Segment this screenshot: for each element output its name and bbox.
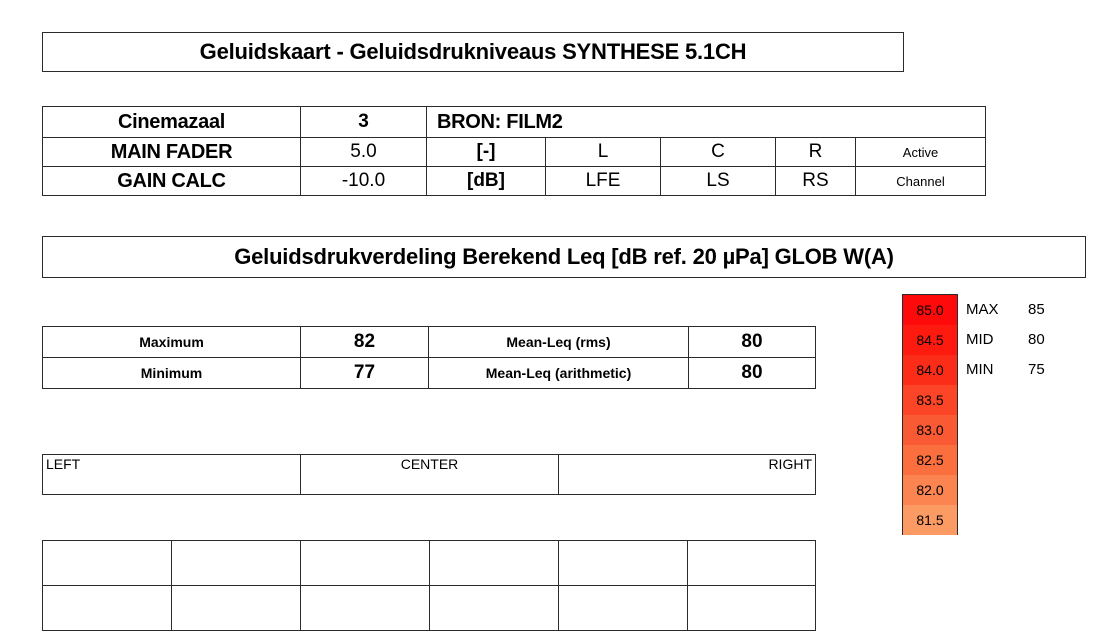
- grid-cell[interactable]: [429, 585, 559, 631]
- color-scale-row: 82.5: [902, 445, 958, 475]
- scale-legend-table: MAX 85 MID 80 MIN 75: [958, 294, 1094, 384]
- table-row: MAIN FADER 5.0 [-] L C R Active: [42, 137, 987, 167]
- channel-tag: Channel: [854, 166, 987, 196]
- section-header: Geluidsdrukverdeling Berekend Leq [dB re…: [42, 236, 1086, 278]
- main-fader-label: MAIN FADER: [42, 137, 301, 167]
- color-scale-tick: 82.5: [902, 445, 958, 475]
- legend-row: MIN 75: [958, 354, 1094, 384]
- channel-rs: RS: [775, 166, 856, 196]
- mean-leq-rms-label: Mean-Leq (rms): [428, 326, 689, 358]
- legend-key: MID: [958, 324, 1028, 354]
- table-row: Minimum 77 Mean-Leq (arithmetic) 80: [42, 357, 816, 389]
- color-scale-row: 85.0: [902, 294, 958, 325]
- color-scale-row: 82.0: [902, 475, 958, 505]
- legend-value: 80: [1028, 324, 1094, 354]
- legend-row: MID 80: [958, 324, 1094, 354]
- color-scale-tick: 85.0: [902, 294, 958, 325]
- channel-l: L: [545, 137, 661, 167]
- color-scale-tick: 83.0: [902, 415, 958, 445]
- color-scale-row: 81.5: [902, 505, 958, 535]
- grid-cell[interactable]: [300, 585, 430, 631]
- color-scale-row: 83.5: [902, 385, 958, 415]
- grid-cell[interactable]: [42, 585, 172, 631]
- table-row: Cinemazaal 3 BRON: FILM2: [42, 106, 987, 138]
- channel-c: C: [660, 137, 776, 167]
- table-row: LEFT CENTER RIGHT: [42, 454, 816, 495]
- scale-legend-body: MAX 85 MID 80 MIN 75: [958, 294, 1094, 384]
- source-cell: BRON: FILM2: [425, 106, 987, 138]
- minimum-label: Minimum: [42, 357, 301, 389]
- maximum-value: 82: [300, 326, 429, 358]
- main-fader-value: 5.0: [300, 137, 427, 167]
- legend-value: 85: [1028, 294, 1094, 324]
- grid-cell[interactable]: [300, 540, 430, 586]
- grid-cell[interactable]: [429, 540, 559, 586]
- grid-cell[interactable]: [558, 585, 688, 631]
- legend-value: 75: [1028, 354, 1094, 384]
- grid-cell[interactable]: [558, 540, 688, 586]
- grid-cell[interactable]: [687, 540, 816, 586]
- main-fader-unit: [-]: [426, 137, 546, 167]
- mean-leq-rms-value: 80: [688, 326, 816, 358]
- color-scale-tick: 84.0: [902, 355, 958, 385]
- color-scale-tick: 82.0: [902, 475, 958, 505]
- color-scale-tick: 81.5: [902, 505, 958, 535]
- mean-leq-arithmetic-value: 80: [688, 357, 816, 389]
- maximum-label: Maximum: [42, 326, 301, 358]
- grid-cell[interactable]: [171, 585, 301, 631]
- color-scale-row: 83.0: [902, 415, 958, 445]
- table-row: [42, 540, 816, 586]
- measurement-grid-table: [42, 540, 816, 631]
- table-row: [42, 585, 816, 631]
- hall-label: Cinemazaal: [42, 106, 301, 138]
- position-left-label: LEFT: [42, 454, 301, 495]
- color-scale-body: 85.0 84.5 84.0 83.5 83.0 82.5 82.0 81.5: [902, 294, 958, 535]
- page-title: Geluidskaart - Geluidsdrukniveaus SYNTHE…: [42, 32, 904, 72]
- grid-cell[interactable]: [687, 585, 816, 631]
- legend-row: MAX 85: [958, 294, 1094, 324]
- cinema-info-table: Cinemazaal 3 BRON: FILM2 MAIN FADER 5.0 …: [42, 106, 987, 196]
- table-row: GAIN CALC -10.0 [dB] LFE LS RS Channel: [42, 166, 987, 196]
- hall-value: 3: [300, 106, 427, 138]
- grid-cell[interactable]: [171, 540, 301, 586]
- table-row: Maximum 82 Mean-Leq (rms) 80: [42, 326, 816, 358]
- grid-cell[interactable]: [42, 540, 172, 586]
- channel-ls: LS: [660, 166, 776, 196]
- gain-calc-unit: [dB]: [426, 166, 546, 196]
- color-scale-tick: 84.5: [902, 325, 958, 355]
- legend-key: MIN: [958, 354, 1028, 384]
- report-title-box: Geluidskaart - Geluidsdrukniveaus SYNTHE…: [42, 32, 904, 72]
- position-band-table: LEFT CENTER RIGHT: [42, 454, 816, 495]
- color-scale-row: 84.5: [902, 325, 958, 355]
- statistics-table: Maximum 82 Mean-Leq (rms) 80 Minimum 77 …: [42, 326, 816, 389]
- gain-calc-value: -10.0: [300, 166, 427, 196]
- minimum-value: 77: [300, 357, 429, 389]
- mean-leq-arithmetic-label: Mean-Leq (arithmetic): [428, 357, 689, 389]
- position-center-label: CENTER: [300, 454, 559, 495]
- channel-lfe: LFE: [545, 166, 661, 196]
- active-tag: Active: [854, 137, 987, 167]
- position-right-label: RIGHT: [558, 454, 816, 495]
- channel-r: R: [775, 137, 856, 167]
- gain-calc-label: GAIN CALC: [42, 166, 301, 196]
- color-scale-row: 84.0: [902, 355, 958, 385]
- color-scale-strip: 85.0 84.5 84.0 83.5 83.0 82.5 82.0 81.5: [902, 294, 958, 535]
- section-header-box: Geluidsdrukverdeling Berekend Leq [dB re…: [42, 236, 1086, 278]
- legend-key: MAX: [958, 294, 1028, 324]
- color-scale-tick: 83.5: [902, 385, 958, 415]
